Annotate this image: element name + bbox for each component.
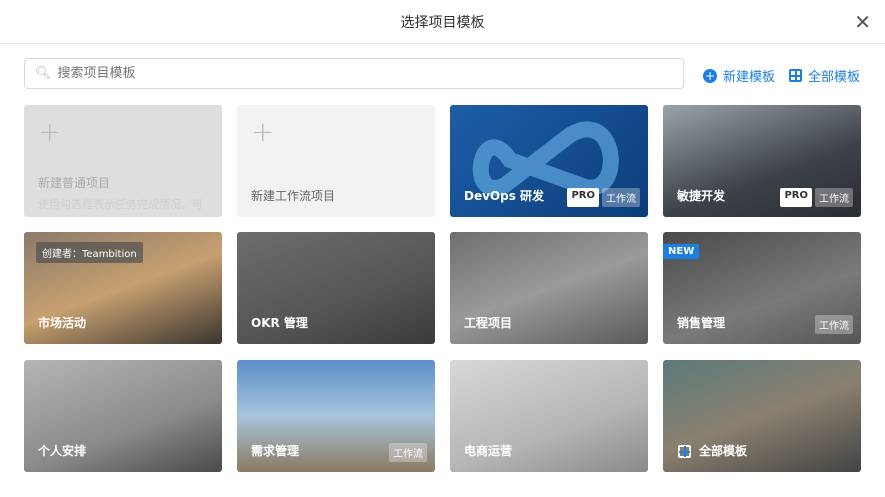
template-card-new-normal[interactable]: + 新建普通项目 使用勾选框表示任务完成情况，可 (24, 105, 222, 217)
new-template-button[interactable]: + 新建模板 (703, 66, 775, 85)
card-title: 新建工作流项目 (251, 189, 336, 203)
dialog-header: 选择项目模板 ✕ (0, 0, 885, 44)
card-title: 电商运营 (464, 444, 513, 458)
workflow-badge: 工作流 (389, 443, 427, 462)
plus-circle-icon: + (703, 68, 717, 83)
workflow-badge: 工作流 (815, 315, 853, 334)
card-title: 销售管理 (677, 316, 726, 330)
card-title: OKR 管理 (251, 316, 308, 330)
workflow-badge: 工作流 (815, 188, 853, 207)
all-templates-button[interactable]: 全部模板 (789, 66, 860, 85)
card-title: 个人安排 (38, 444, 87, 458)
card-title: DevOps 研发 (464, 189, 545, 203)
card-title: 市场活动 (38, 316, 87, 330)
grid-icon (678, 445, 691, 458)
pro-badge: PRO (567, 188, 599, 207)
template-card-devops[interactable]: DevOps 研发 PRO 工作流 (450, 105, 648, 217)
template-card-engineering[interactable]: 工程项目 (450, 232, 648, 344)
card-title: 全部模板 (699, 444, 748, 458)
template-card-requirements[interactable]: 需求管理 工作流 (237, 360, 435, 472)
template-card-all[interactable]: 全部模板 (663, 360, 861, 472)
card-title: 新建普通项目 (38, 176, 111, 190)
creator-badge: 创建者：Teambition (36, 242, 143, 263)
new-badge: NEW (663, 244, 700, 259)
template-card-okr[interactable]: OKR 管理 (237, 232, 435, 344)
new-template-label: 新建模板 (723, 70, 776, 85)
template-card-new-workflow[interactable]: + 新建工作流项目 (237, 105, 435, 217)
template-card-sales[interactable]: NEW 销售管理 工作流 (663, 232, 861, 344)
plus-icon: + (38, 115, 62, 148)
plus-icon: + (251, 115, 275, 148)
dialog-title: 选择项目模板 (400, 14, 485, 31)
search-input[interactable] (57, 66, 658, 81)
pro-badge: PRO (780, 188, 812, 207)
search-box[interactable]: 🔍︎ (24, 58, 684, 89)
card-title: 敏捷开发 (677, 189, 726, 203)
card-subtitle: 使用勾选框表示任务完成情况，可 (38, 198, 203, 211)
template-card-ecommerce[interactable]: 电商运营 (450, 360, 648, 472)
all-templates-label: 全部模板 (808, 70, 861, 85)
template-card-marketing[interactable]: 创建者：Teambition 市场活动 (24, 232, 222, 344)
template-card-personal[interactable]: 个人安排 (24, 360, 222, 472)
close-icon[interactable]: ✕ (854, 10, 871, 34)
card-title: 工程项目 (464, 316, 513, 330)
workflow-badge: 工作流 (602, 188, 640, 207)
search-icon: 🔍︎ (35, 66, 52, 81)
grid-icon (789, 69, 802, 82)
card-title: 需求管理 (251, 444, 300, 458)
template-card-agile[interactable]: 敏捷开发 PRO 工作流 (663, 105, 861, 217)
